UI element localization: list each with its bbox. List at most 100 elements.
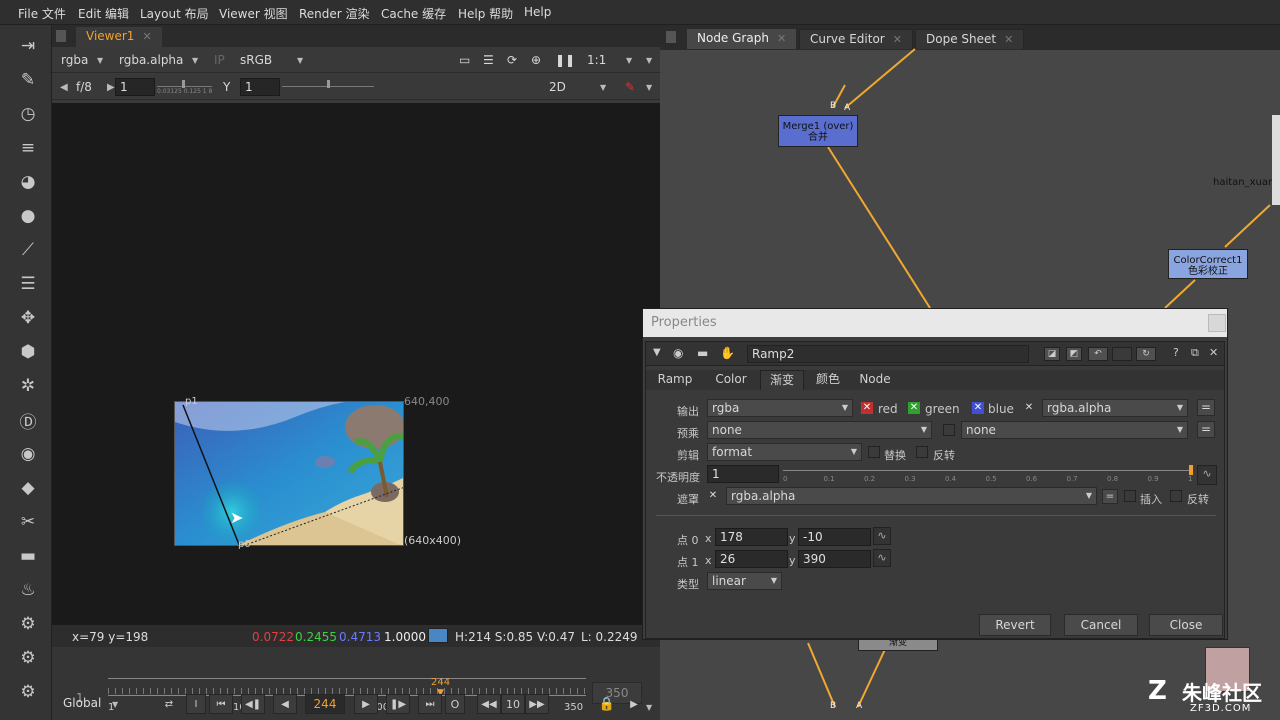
clip-dropdown[interactable]: format ▼ <box>707 443 862 461</box>
read-node[interactable] <box>1272 115 1280 205</box>
help-icon[interactable]: ? <box>1173 346 1179 359</box>
keyer-icon[interactable]: ⟋ <box>16 238 40 262</box>
inject-checkbox[interactable] <box>1124 490 1136 502</box>
invert-mask-checkbox[interactable] <box>1170 490 1182 502</box>
close-icon[interactable]: ✕ <box>142 30 151 43</box>
color-icon[interactable]: ◕ <box>16 170 40 194</box>
tab-ramp[interactable]: Ramp <box>650 370 700 390</box>
gizmo-icon-2[interactable]: ⚙ <box>16 646 40 670</box>
viewer-canvas[interactable]: p1 p0 640,400 (640x400) ➤ <box>52 103 660 625</box>
point1-y-input[interactable]: 390 <box>798 550 871 568</box>
time-icon[interactable]: ◷ <box>16 102 40 126</box>
lock-icon[interactable]: 🔒 <box>595 694 619 714</box>
loop-icon[interactable]: ⇄ <box>157 694 181 714</box>
menu-file[interactable]: File 文件 <box>18 5 66 22</box>
fps-icon[interactable]: ▶ <box>622 694 646 714</box>
step-back-icon[interactable]: ◀◀ <box>477 694 501 714</box>
dialog-close-icon[interactable] <box>1208 314 1226 332</box>
lines-icon[interactable]: ☰ <box>483 50 494 70</box>
alpha-dropdown[interactable]: rgba.alpha <box>119 50 183 70</box>
image-icon[interactable]: ⇥ <box>16 34 40 58</box>
alpha-checkbox[interactable]: ✕ <box>1023 402 1035 414</box>
expand-icon[interactable]: ▼ <box>646 56 652 65</box>
point1-curve-icon[interactable]: ∿ <box>873 549 891 567</box>
channel-icon[interactable]: ≡ <box>16 136 40 160</box>
toolsets-icon[interactable]: ✂ <box>16 510 40 534</box>
expand-icon[interactable]: ▼ <box>646 703 652 712</box>
mask-link-button[interactable]: = <box>1102 489 1118 504</box>
gain-input[interactable]: 1 <box>115 78 155 96</box>
close-button[interactable]: Close <box>1149 614 1223 636</box>
first-frame-icon[interactable]: ⏮ <box>209 694 233 714</box>
out-point-button[interactable]: O <box>445 694 465 714</box>
opacity-slider[interactable]: 0 0.1 0.2 0.3 0.4 0.5 0.6 0.7 0.8 0.9 1 <box>783 465 1195 485</box>
ip-button[interactable]: IP <box>214 50 225 70</box>
menu-help[interactable]: Help <box>524 5 551 19</box>
point0-curve-icon[interactable]: ∿ <box>873 527 891 545</box>
undo-icon[interactable]: ↶ <box>1088 347 1108 361</box>
center-icon[interactable]: ◉ <box>673 346 683 360</box>
last-frame-icon[interactable]: ⏭ <box>418 694 442 714</box>
gizmo-icon-1[interactable]: ⚙ <box>16 612 40 636</box>
panel-menu-icon[interactable] <box>56 30 66 42</box>
edit2-icon[interactable]: ◩ <box>1066 347 1082 361</box>
tab-color[interactable]: Color <box>706 370 756 390</box>
tab-color-cn[interactable]: 颜色 <box>808 370 848 390</box>
merge-node[interactable]: Merge1 (over) 合并 <box>778 115 858 147</box>
premult-dropdown-2[interactable]: none ▼ <box>961 421 1188 439</box>
metadata-icon[interactable]: ◆ <box>16 476 40 500</box>
other-icon[interactable]: ▬ <box>16 544 40 568</box>
next-keyframe-icon[interactable]: ❚▶ <box>386 694 410 714</box>
wrench-icon[interactable]: ✋ <box>720 346 735 360</box>
pause-icon[interactable]: ❚❚ <box>555 50 575 70</box>
menu-edit[interactable]: Edit 编辑 <box>78 5 129 22</box>
green-checkbox[interactable]: ✕ <box>908 402 920 414</box>
tab-viewer1[interactable]: Viewer1 ✕ <box>76 27 162 47</box>
pen-icon[interactable]: ✎ <box>625 77 635 97</box>
step-forward-icon[interactable]: ▶▶ <box>525 694 549 714</box>
cancel-button[interactable]: Cancel <box>1064 614 1138 636</box>
mask-checkbox[interactable]: ✕ <box>707 490 719 502</box>
opacity-curve-icon[interactable]: ∿ <box>1197 465 1217 485</box>
opacity-input[interactable]: 1 <box>707 465 779 483</box>
views-icon[interactable]: ◉ <box>16 442 40 466</box>
output-dropdown[interactable]: rgba ▼ <box>707 399 853 417</box>
scope-dropdown[interactable]: Global <box>63 696 101 710</box>
point1-x-input[interactable]: 26 <box>715 550 788 568</box>
colorspace-dropdown[interactable]: sRGB <box>240 50 272 70</box>
play-forward-icon[interactable]: ▶ <box>354 694 378 714</box>
paint-icon[interactable]: ✎ <box>16 68 40 92</box>
menu-render[interactable]: Render 渲染 <box>299 5 370 22</box>
gizmo-icon-3[interactable]: ⚙ <box>16 680 40 704</box>
type-dropdown[interactable]: linear ▼ <box>707 572 782 590</box>
menu-layout[interactable]: Layout 布局 <box>140 5 209 22</box>
play-backward-icon[interactable]: ◀ <box>273 694 297 714</box>
redo-icon[interactable] <box>1112 347 1132 361</box>
output-alpha-dropdown[interactable]: rgba.alpha ▼ <box>1042 399 1188 417</box>
link-button-2[interactable]: = <box>1197 421 1215 438</box>
link-button[interactable]: = <box>1197 399 1215 416</box>
refresh-icon[interactable]: ⟳ <box>507 50 517 70</box>
wipe-icon[interactable]: ▭ <box>459 50 470 70</box>
blue-checkbox[interactable]: ✕ <box>972 402 984 414</box>
gain-left-arrow-icon[interactable]: ◀ <box>60 82 68 93</box>
camera-icon[interactable]: ▬ <box>697 346 708 360</box>
in-point-button[interactable]: I <box>186 694 206 714</box>
point0-x-input[interactable]: 178 <box>715 528 788 546</box>
revert-button[interactable]: Revert <box>979 614 1051 636</box>
float-icon[interactable]: ⧉ <box>1191 346 1199 360</box>
zoom-dropdown[interactable]: 1:1 <box>587 50 606 70</box>
p1-handle[interactable]: p1 <box>185 396 198 407</box>
premult-dropdown[interactable]: none ▼ <box>707 421 932 439</box>
expand-icon[interactable]: ▼ <box>646 83 652 92</box>
colorcorrect-node[interactable]: ColorCorrect1 色彩校正 <box>1168 249 1248 279</box>
mask-dropdown[interactable]: rgba.alpha ▼ <box>726 487 1097 505</box>
menu-cache[interactable]: Cache 缓存 <box>381 5 446 22</box>
gain-right-arrow-icon[interactable]: ▶ <box>107 82 115 93</box>
point0-y-input[interactable]: -10 <box>798 528 871 546</box>
invert-checkbox[interactable] <box>916 446 928 458</box>
premult-checkbox[interactable] <box>943 424 955 436</box>
roi-icon[interactable]: ⊕ <box>531 50 541 70</box>
collapse-icon[interactable]: ▼ <box>653 347 661 358</box>
close-panel-icon[interactable]: ✕ <box>1209 346 1218 359</box>
